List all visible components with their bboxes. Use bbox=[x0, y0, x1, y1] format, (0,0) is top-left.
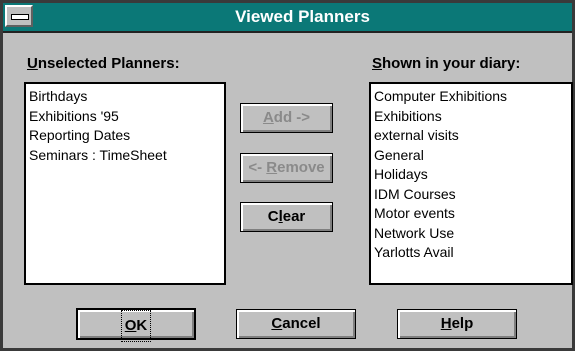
unselected-planners-label: Unselected Planners: bbox=[27, 55, 180, 72]
window-title: Viewed Planners bbox=[235, 7, 370, 26]
add-label: dd -> bbox=[273, 109, 311, 126]
list-item[interactable]: Holidays bbox=[374, 165, 571, 185]
list-item[interactable]: Birthdays bbox=[29, 87, 224, 107]
ok-button[interactable]: OK bbox=[76, 308, 196, 342]
cancel-mnemonic: C bbox=[271, 315, 283, 332]
list-item[interactable]: Motor events bbox=[374, 204, 571, 224]
list-item[interactable]: IDM Courses bbox=[374, 185, 571, 205]
add-mnemonic: A bbox=[262, 109, 274, 126]
list-item[interactable]: Exhibitions bbox=[374, 107, 571, 127]
list-item[interactable]: General bbox=[374, 146, 571, 166]
list-item[interactable]: Yarlotts Avail bbox=[374, 243, 571, 263]
list-item[interactable]: Seminars : TimeSheet bbox=[29, 146, 224, 166]
help-mnemonic: H bbox=[440, 315, 452, 332]
remove-label: emove bbox=[277, 159, 325, 176]
clear-label: ear bbox=[282, 208, 306, 225]
ok-label: K bbox=[136, 317, 148, 334]
list-item[interactable]: Computer Exhibitions bbox=[374, 87, 571, 107]
help-label: elp bbox=[451, 315, 474, 332]
remove-mnemonic: R bbox=[266, 159, 278, 176]
list-item[interactable]: Network Use bbox=[374, 224, 571, 244]
label-text: hown in your diary: bbox=[382, 55, 521, 72]
list-item[interactable]: Reporting Dates bbox=[29, 126, 224, 146]
add-button[interactable]: Add -> bbox=[240, 103, 333, 133]
clear-button[interactable]: Clear bbox=[240, 202, 333, 232]
list-item[interactable]: Exhibitions '95 bbox=[29, 107, 224, 127]
ok-mnemonic: O bbox=[124, 317, 137, 334]
shown-in-diary-label: Shown in your diary: bbox=[372, 55, 520, 72]
clear-prefix: C bbox=[267, 208, 279, 225]
system-menu-icon[interactable] bbox=[5, 5, 33, 27]
label-mnemonic: S bbox=[372, 55, 383, 72]
remove-button[interactable]: <- Remove bbox=[240, 153, 333, 183]
cancel-button[interactable]: Cancel bbox=[236, 309, 356, 339]
system-menu-bar bbox=[11, 14, 29, 20]
viewed-planners-dialog: Viewed Planners Unselected Planners: Sho… bbox=[0, 0, 575, 351]
label-mnemonic: U bbox=[27, 55, 38, 72]
help-button[interactable]: Help bbox=[397, 309, 517, 339]
unselected-planners-list[interactable]: Birthdays Exhibitions '95 Reporting Dates S… bbox=[24, 82, 226, 285]
remove-prefix: <- bbox=[248, 159, 267, 176]
title-bar: Viewed Planners bbox=[3, 3, 572, 33]
list-item[interactable]: external visits bbox=[374, 126, 571, 146]
shown-planners-list[interactable]: Computer Exhibitions Exhibitions external … bbox=[369, 82, 573, 285]
cancel-label: ancel bbox=[282, 315, 321, 332]
label-text: nselected Planners: bbox=[37, 55, 180, 72]
